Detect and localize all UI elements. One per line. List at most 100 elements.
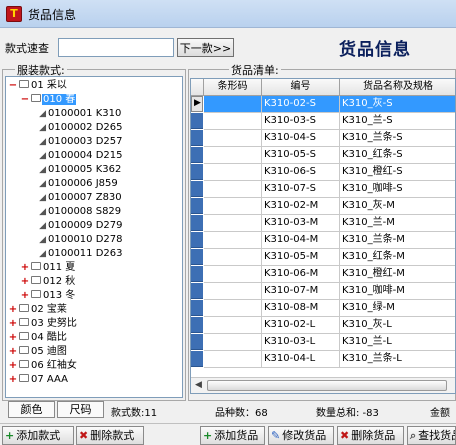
row-indicator[interactable] bbox=[191, 215, 203, 231]
add-style-button[interactable]: + 添加款式 bbox=[2, 426, 74, 445]
title-bar[interactable]: T 货品信息 bbox=[0, 0, 456, 28]
tree-item-category[interactable]: − 010 春 bbox=[20, 93, 77, 107]
cell-code[interactable]: K310-04-S bbox=[262, 130, 340, 147]
tree-item-style[interactable]: ◢ 0100002 D265 bbox=[34, 121, 124, 135]
expand-icon[interactable]: + bbox=[8, 317, 18, 331]
cell-name[interactable]: K310_兰条-L bbox=[340, 351, 455, 368]
row-indicator[interactable] bbox=[191, 249, 203, 265]
row-indicator[interactable] bbox=[191, 113, 203, 129]
cell-name[interactable]: K310_兰-L bbox=[340, 334, 455, 351]
expand-icon[interactable]: + bbox=[8, 345, 18, 359]
cell-code[interactable]: K310-06-S bbox=[262, 164, 340, 181]
cell-barcode[interactable] bbox=[204, 164, 262, 181]
cell-name[interactable]: K310_兰-S bbox=[340, 113, 455, 130]
delete-style-button[interactable]: ✖ 删除款式 bbox=[76, 426, 144, 445]
collapse-icon[interactable]: − bbox=[8, 79, 18, 93]
cell-code[interactable]: K310-02-M bbox=[262, 198, 340, 215]
expand-icon[interactable]: + bbox=[8, 359, 18, 373]
next-style-button[interactable]: 下一款>> bbox=[177, 38, 234, 57]
cell-barcode[interactable] bbox=[204, 130, 262, 147]
row-indicator[interactable] bbox=[191, 164, 203, 180]
tree-item-category[interactable]: +013 冬 bbox=[20, 289, 76, 303]
cell-name[interactable]: K310_兰条-M bbox=[340, 232, 455, 249]
collapse-icon[interactable]: − bbox=[20, 93, 30, 107]
cell-barcode[interactable] bbox=[204, 300, 262, 317]
style-search-input[interactable] bbox=[58, 38, 174, 57]
cell-code[interactable]: K310-06-M bbox=[262, 266, 340, 283]
cell-name[interactable]: K310_兰条-S bbox=[340, 130, 455, 147]
row-indicator[interactable] bbox=[191, 283, 203, 299]
column-header-code[interactable]: 编号 bbox=[262, 79, 340, 96]
cell-code[interactable]: K310-04-M bbox=[262, 232, 340, 249]
cell-name[interactable]: K310_红条-S bbox=[340, 147, 455, 164]
grid-horizontal-scrollbar[interactable]: ◀ bbox=[191, 377, 455, 393]
tree-item-style[interactable]: ◢ 0100006 J859 bbox=[34, 177, 119, 191]
cell-name[interactable]: K310_咖啡-S bbox=[340, 181, 455, 198]
add-goods-button[interactable]: + 添加货品 bbox=[200, 426, 265, 445]
find-goods-button[interactable]: ⌕查找货品 bbox=[407, 426, 456, 445]
tree-item-style[interactable]: ◢ 0100004 D215 bbox=[34, 149, 124, 163]
cell-code[interactable]: K310-03-M bbox=[262, 215, 340, 232]
expand-icon[interactable]: + bbox=[20, 261, 30, 275]
scrollbar-thumb[interactable] bbox=[207, 380, 447, 391]
cell-barcode[interactable] bbox=[204, 283, 262, 300]
row-indicator[interactable] bbox=[191, 266, 203, 282]
row-indicator[interactable] bbox=[191, 317, 203, 333]
cell-name[interactable]: K310_绿-M bbox=[340, 300, 455, 317]
cell-name[interactable]: K310_红条-M bbox=[340, 249, 455, 266]
goods-grid[interactable]: 条形码 编号 货品名称及规格 ◀ ▶ K310-02-S K310_灰-S K310-… bbox=[190, 78, 456, 394]
column-header-barcode[interactable]: 条形码 bbox=[204, 79, 262, 96]
current-row-pointer-icon[interactable]: ▶ bbox=[191, 96, 203, 112]
cell-barcode[interactable] bbox=[204, 232, 262, 249]
column-header-name[interactable]: 货品名称及规格 bbox=[340, 79, 455, 96]
tab-color[interactable]: 颜色 bbox=[8, 401, 55, 418]
tab-size[interactable]: 尺码 bbox=[57, 401, 104, 418]
cell-name[interactable]: K310_橙红-S bbox=[340, 164, 455, 181]
edit-goods-button[interactable]: ✎ 修改货品 bbox=[268, 426, 334, 445]
tree-item-style[interactable]: ◢ 0100005 K362 bbox=[34, 163, 122, 177]
expand-icon[interactable]: + bbox=[20, 289, 30, 303]
tree-item-style[interactable]: ◢ 0100001 K310 bbox=[34, 107, 122, 121]
tree-item-category[interactable]: +012 秋 bbox=[20, 275, 76, 289]
cell-barcode[interactable] bbox=[204, 96, 262, 113]
row-indicator[interactable] bbox=[191, 232, 203, 248]
cell-name[interactable]: K310_橙红-M bbox=[340, 266, 455, 283]
cell-barcode[interactable] bbox=[204, 317, 262, 334]
tree-item-style[interactable]: ◢ 0100010 D278 bbox=[34, 233, 124, 247]
tree-item-style[interactable]: ◢ 0100007 Z830 bbox=[34, 191, 123, 205]
cell-name[interactable]: K310_咖啡-M bbox=[340, 283, 455, 300]
cell-barcode[interactable] bbox=[204, 198, 262, 215]
expand-icon[interactable]: + bbox=[8, 373, 18, 387]
cell-barcode[interactable] bbox=[204, 147, 262, 164]
cell-code[interactable]: K310-04-L bbox=[262, 351, 340, 368]
cell-code[interactable]: K310-07-S bbox=[262, 181, 340, 198]
cell-barcode[interactable] bbox=[204, 351, 262, 368]
row-indicator[interactable] bbox=[191, 334, 203, 350]
tree-item-style[interactable]: ◢ 0100011 D263 bbox=[34, 247, 124, 261]
cell-name[interactable]: K310_灰-S bbox=[340, 96, 455, 113]
cell-code[interactable]: K310-08-M bbox=[262, 300, 340, 317]
cell-barcode[interactable] bbox=[204, 334, 262, 351]
cell-name[interactable]: K310_灰-L bbox=[340, 317, 455, 334]
cell-code[interactable]: K310-02-S bbox=[262, 96, 340, 113]
cell-barcode[interactable] bbox=[204, 249, 262, 266]
row-indicator[interactable] bbox=[191, 351, 203, 367]
row-indicator[interactable] bbox=[191, 198, 203, 214]
expand-icon[interactable]: + bbox=[8, 303, 18, 317]
tree-item-category[interactable]: +06 红袖女 bbox=[8, 359, 78, 373]
tree-item-category[interactable]: +07 AAA bbox=[8, 373, 69, 387]
tree-item-category[interactable]: +02 宝莱 bbox=[8, 303, 68, 317]
row-indicator[interactable] bbox=[191, 181, 203, 197]
tree-item-category[interactable]: +011 夏 bbox=[20, 261, 76, 275]
tree-item-category[interactable]: +04 酷比 bbox=[8, 331, 68, 345]
cell-barcode[interactable] bbox=[204, 181, 262, 198]
tree-item-style[interactable]: ◢ 0100003 D257 bbox=[34, 135, 124, 149]
cell-code[interactable]: K310-03-S bbox=[262, 113, 340, 130]
style-tree[interactable]: −01 采以 −010 春 ◢ 0100001 K310 ◢ 0100002 D265 ◢ 0… bbox=[5, 76, 183, 398]
cell-name[interactable]: K310_兰-M bbox=[340, 215, 455, 232]
row-indicator[interactable] bbox=[191, 147, 203, 163]
delete-goods-button[interactable]: ✖ 删除货品 bbox=[337, 426, 404, 445]
row-indicator[interactable] bbox=[191, 300, 203, 316]
tree-item-style[interactable]: ◢ 0100008 S829 bbox=[34, 205, 122, 219]
cell-barcode[interactable] bbox=[204, 113, 262, 130]
